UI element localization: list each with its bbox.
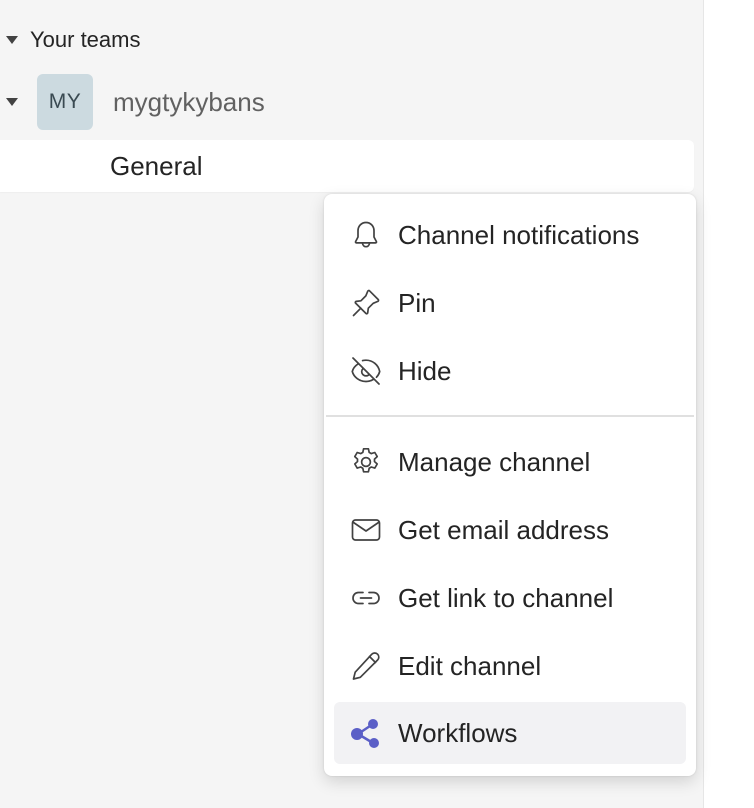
menu-item-label: Get email address	[398, 514, 609, 545]
bell-icon	[348, 217, 384, 253]
menu-divider	[326, 415, 694, 417]
eye-off-icon	[348, 353, 384, 389]
menu-item-hide[interactable]: Hide	[334, 340, 686, 402]
mail-icon	[348, 512, 384, 548]
team-avatar: MY	[37, 74, 93, 130]
menu-item-label: Get link to channel	[398, 582, 614, 613]
menu-item-label: Pin	[398, 287, 436, 318]
menu-item-get-link-to-channel[interactable]: Get link to channel	[334, 567, 686, 629]
menu-item-edit-channel[interactable]: Edit channel	[334, 635, 686, 697]
collapse-caret-icon[interactable]	[6, 36, 18, 44]
menu-item-manage-channel[interactable]: Manage channel	[334, 431, 686, 493]
link-icon	[348, 580, 384, 616]
channel-name: General	[110, 150, 203, 181]
workflows-icon	[348, 715, 384, 751]
menu-item-pin[interactable]: Pin	[334, 272, 686, 334]
section-title: Your teams	[30, 27, 141, 52]
menu-item-workflows[interactable]: Workflows	[334, 702, 686, 764]
menu-item-label: Edit channel	[398, 650, 542, 681]
team-collapse-caret-icon[interactable]	[6, 98, 18, 106]
main-pane	[703, 0, 754, 808]
channel-item-general[interactable]: General	[0, 140, 694, 192]
menu-item-label: Workflows	[398, 717, 518, 748]
pin-icon	[348, 285, 384, 321]
team-name: mygtykybans	[113, 86, 265, 117]
team-row[interactable]: MY mygtykybans	[0, 72, 265, 132]
channel-context-menu: Channel notifications Pin Hide Manage ch…	[324, 194, 696, 776]
menu-item-label: Manage channel	[398, 446, 591, 477]
menu-item-get-email-address[interactable]: Get email address	[334, 499, 686, 561]
menu-item-label: Hide	[398, 355, 452, 386]
your-teams-header[interactable]: Your teams	[0, 20, 140, 60]
menu-item-label: Channel notifications	[398, 219, 640, 250]
menu-item-channel-notifications[interactable]: Channel notifications	[334, 204, 686, 266]
pencil-icon	[348, 648, 384, 684]
gear-icon	[348, 444, 384, 480]
